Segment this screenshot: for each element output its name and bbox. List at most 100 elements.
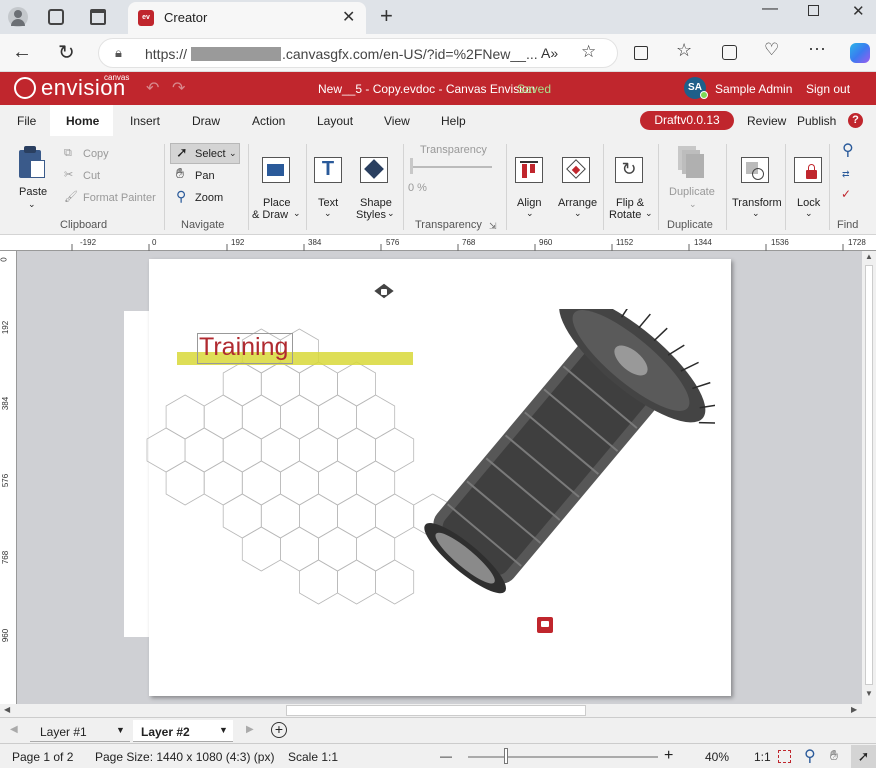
lock-dropdown-icon[interactable]: ⌄ <box>805 207 813 219</box>
align-dropdown-icon[interactable]: ⌄ <box>526 207 534 219</box>
scroll-right-icon[interactable]: ▶ <box>851 705 857 714</box>
browser-tab[interactable]: ev Creator ✕ <box>128 2 366 34</box>
flip-rotate-dropdown-icon[interactable]: ⌄ <box>645 207 653 219</box>
undo-icon[interactable]: ↶ <box>146 78 159 98</box>
zoom-tool[interactable]: Zoom <box>195 192 223 204</box>
user-name[interactable]: Sample Admin <box>715 82 792 96</box>
layer-1-tab[interactable]: Layer #1 ▼ <box>30 720 130 742</box>
profile-icon[interactable] <box>8 7 28 27</box>
review-button[interactable]: Review <box>747 114 786 128</box>
menu-help[interactable]: Help <box>441 114 466 128</box>
shape-styles-line2[interactable]: Styles <box>356 209 386 221</box>
redo-icon[interactable]: ↷ <box>172 78 185 98</box>
search-icon[interactable]: ⚲ <box>804 746 816 766</box>
read-aloud-icon[interactable]: A» <box>541 45 558 61</box>
paste-button[interactable]: Paste <box>19 186 47 198</box>
transparency-slider-thumb[interactable] <box>410 158 413 174</box>
horizontal-scrollbar[interactable]: ◀ ▶ <box>0 704 876 717</box>
actual-size-button[interactable]: 1:1 <box>754 750 771 764</box>
pan-hand-icon[interactable]: ✋︎ <box>830 747 838 764</box>
menu-file[interactable]: File <box>17 114 36 128</box>
collections-icon[interactable] <box>722 45 737 60</box>
place-draw-dropdown-icon[interactable]: ⌄ <box>293 207 301 219</box>
scroll-up-icon[interactable]: ▲ <box>865 252 873 261</box>
menu-layout[interactable]: Layout <box>317 114 353 128</box>
workspaces-icon[interactable] <box>48 9 64 25</box>
lock-tool-icon[interactable] <box>794 157 822 183</box>
menu-insert[interactable]: Insert <box>130 114 160 128</box>
performance-icon[interactable]: ♡ <box>764 40 779 60</box>
publish-button[interactable]: Publish <box>797 114 836 128</box>
text-tool-icon[interactable]: T <box>314 157 342 183</box>
text-dropdown-icon[interactable]: ⌄ <box>324 207 332 219</box>
address-field[interactable]: 🔒︎ https:// .canvasgfx.com/en-US/?id=%2F… <box>98 38 618 68</box>
fit-page-icon[interactable] <box>778 750 791 763</box>
place-draw-icon[interactable] <box>262 157 290 183</box>
flip-rotate-line1[interactable]: Flip & <box>616 197 644 209</box>
horizontal-scroll-thumb[interactable] <box>286 705 586 716</box>
window-close-icon[interactable]: ✕ <box>852 2 865 20</box>
zoom-slider-thumb[interactable] <box>504 748 508 764</box>
favorite-star-icon[interactable]: ☆ <box>581 42 596 62</box>
favorites-icon[interactable]: ☆ <box>676 40 692 61</box>
format-painter-button[interactable]: Format Painter <box>83 192 156 204</box>
layer-next-icon[interactable]: ▶ <box>246 724 254 735</box>
refresh-icon[interactable]: ↻ <box>58 40 75 65</box>
transparency-slider-track[interactable] <box>410 166 492 168</box>
tab-actions-icon[interactable] <box>90 9 106 25</box>
menu-draw[interactable]: Draw <box>192 114 220 128</box>
menu-home[interactable]: Home <box>66 114 99 128</box>
spellcheck-icon[interactable]: ✓ <box>841 188 851 200</box>
layer-2-dropdown-icon[interactable]: ▼ <box>219 725 228 735</box>
split-screen-icon[interactable] <box>634 46 648 60</box>
transparency-dialog-icon[interactable]: ⇲ <box>489 220 497 232</box>
copilot-icon[interactable] <box>850 43 870 63</box>
zoom-slider-track[interactable] <box>468 756 658 758</box>
shape-styles-icon[interactable] <box>360 157 388 183</box>
copy-button[interactable]: Copy <box>83 148 109 160</box>
vertical-scroll-thumb[interactable] <box>865 265 873 685</box>
draft-version-badge[interactable]: Draftv0.0.13 <box>640 111 734 130</box>
sign-out-link[interactable]: Sign out <box>806 82 850 96</box>
duplicate-button[interactable]: Duplicate <box>669 186 715 198</box>
add-layer-icon[interactable]: + <box>271 722 287 738</box>
transform-dropdown-icon[interactable]: ⌄ <box>752 207 760 219</box>
duplicate-dropdown-icon[interactable]: ⌄ <box>689 198 697 210</box>
select-pointer-button[interactable]: ➚ <box>851 745 876 768</box>
select-tool[interactable]: Select <box>195 148 226 160</box>
layer-2-tab[interactable]: Layer #2 ▼ <box>133 720 233 742</box>
align-icon[interactable] <box>515 157 543 183</box>
cut-button[interactable]: Cut <box>83 170 100 182</box>
zoom-in-button[interactable]: + <box>664 747 673 765</box>
zoom-percent[interactable]: 40% <box>705 750 729 764</box>
vertical-scrollbar[interactable]: ▲ ▼ <box>862 251 876 704</box>
drawing-canvas[interactable]: Training <box>17 251 862 704</box>
place-draw-line1[interactable]: Place <box>263 197 291 209</box>
scroll-down-icon[interactable]: ▼ <box>865 689 873 698</box>
more-menu-icon[interactable]: ··· <box>808 38 826 59</box>
menu-view[interactable]: View <box>384 114 410 128</box>
new-tab-icon[interactable]: + <box>380 3 393 29</box>
help-icon[interactable]: ? <box>848 113 863 128</box>
menu-action[interactable]: Action <box>252 114 285 128</box>
pan-tool[interactable]: Pan <box>195 170 215 182</box>
training-label[interactable]: Training <box>199 333 288 362</box>
layer-prev-icon[interactable]: ◀ <box>10 724 18 735</box>
flip-rotate-line2[interactable]: Rotate <box>609 209 641 221</box>
page-indicator[interactable]: Page 1 of 2 <box>12 750 73 764</box>
shape-styles-dropdown-icon[interactable]: ⌄ <box>387 207 395 219</box>
arrange-dropdown-icon[interactable]: ⌄ <box>574 207 582 219</box>
comment-marker-icon[interactable] <box>537 617 553 633</box>
find-magnifier-icon[interactable]: ⚲ <box>842 143 854 159</box>
paste-icon[interactable] <box>17 146 47 180</box>
jet-engine-model[interactable] <box>385 309 715 605</box>
transform-icon[interactable] <box>741 157 769 183</box>
scroll-left-icon[interactable]: ◀ <box>4 705 10 714</box>
flip-rotate-icon[interactable]: ↻ <box>615 157 643 183</box>
replace-icon[interactable]: ⇄ <box>842 168 850 180</box>
back-icon[interactable]: ← <box>12 41 32 64</box>
zoom-out-button[interactable]: — <box>440 749 452 763</box>
layer-1-dropdown-icon[interactable]: ▼ <box>116 725 125 735</box>
arrange-icon[interactable] <box>562 157 590 183</box>
close-tab-icon[interactable]: ✕ <box>342 7 355 27</box>
